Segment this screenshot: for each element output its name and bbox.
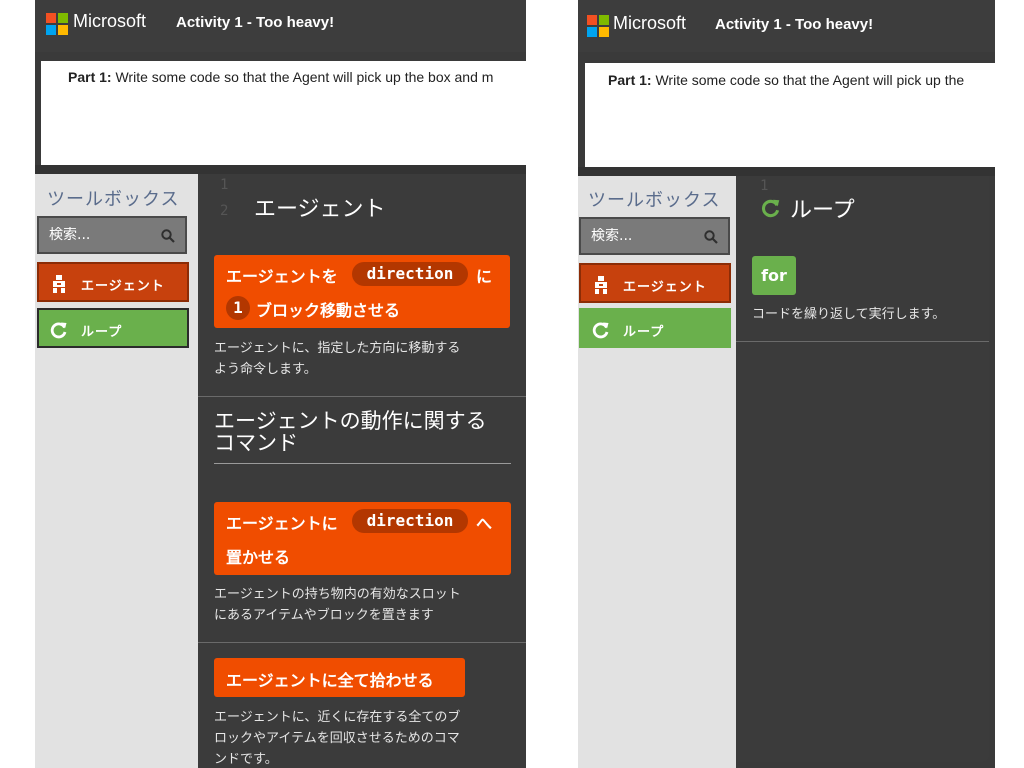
instructions-text: Part 1: Write some code so that the Agen… (608, 72, 965, 88)
loop-flyout: 1 ループ for コードを繰り返して実行します。 (736, 176, 989, 762)
app-header: Microsoft Activity 1 - Too heavy! (578, 0, 995, 52)
category-agent-label: エージェント (623, 280, 707, 295)
search-icon[interactable] (704, 230, 718, 244)
category-loop-label: ループ (623, 325, 665, 340)
search-input[interactable] (49, 227, 154, 243)
category-agent[interactable]: エージェント (37, 262, 189, 302)
toolbox-title: ツールボックス (588, 190, 721, 211)
move-description: エージェントに、指定した方向に移動する よう命令します。 (214, 341, 461, 377)
place-block[interactable]: エージェントに direction へ 置かせる (214, 502, 511, 575)
line-number: 2 (220, 203, 229, 219)
divider (198, 642, 526, 643)
toolbox-search[interactable] (579, 217, 730, 255)
toolbox-title: ツールボックス (47, 189, 180, 210)
section-underline (214, 463, 511, 464)
place-description: エージェントの持ち物内の有効なスロット にあるアイテムやブロックを置きます (214, 587, 461, 623)
flyout-title: ループ (790, 198, 855, 223)
activity-title: Activity 1 - Too heavy! (176, 14, 335, 31)
microsoft-logo-icon (587, 15, 609, 37)
app-header: Microsoft Activity 1 - Too heavy! (35, 0, 526, 52)
toolbox-search[interactable] (37, 216, 187, 254)
section-title: エージェントの動作に関する コマンド (214, 409, 487, 455)
category-loop[interactable]: ループ (579, 308, 731, 348)
divider (198, 396, 526, 397)
divider (736, 341, 989, 342)
direction-dropdown[interactable]: direction (352, 262, 468, 286)
instructions-panel: Part 1: Write some code so that the Agen… (41, 61, 526, 165)
instructions-panel: Part 1: Write some code so that the Agen… (585, 63, 995, 167)
collect-description: エージェントに、近くに存在する全てのブ ロックやアイテムを回収させるためのコマ … (214, 710, 461, 767)
line-number: 1 (760, 178, 769, 194)
category-loop-label: ループ (81, 325, 123, 340)
move-block[interactable]: エージェントを direction に 1 ブロック移動させる (214, 255, 510, 328)
category-agent[interactable]: エージェント (579, 263, 731, 303)
activity-title: Activity 1 - Too heavy! (715, 16, 874, 33)
instructions-text: Part 1: Write some code so that the Agen… (68, 69, 494, 85)
category-loop[interactable]: ループ (37, 308, 189, 348)
flyout-title: エージェント (254, 197, 386, 222)
loop-icon (762, 199, 780, 218)
for-block[interactable]: for (752, 256, 796, 295)
toolbox: ツールボックス エージェント ループ (578, 176, 736, 768)
agent-flyout-screen: Microsoft Activity 1 - Too heavy! Part 1… (35, 0, 526, 768)
brand-name: Microsoft (73, 11, 147, 31)
loop-icon (50, 322, 67, 339)
editor-divider (35, 165, 526, 174)
agent-icon (53, 275, 65, 293)
search-input[interactable] (591, 228, 696, 244)
agent-flyout: 1 2 エージェント エージェントを direction に 1 ブロック移動さ… (198, 174, 526, 768)
loop-flyout-screen: Microsoft Activity 1 - Too heavy! Part 1… (578, 0, 995, 768)
line-number: 1 (220, 177, 229, 193)
agent-icon (595, 276, 607, 294)
toolbox: ツールボックス エージェント ループ (35, 174, 198, 768)
search-icon[interactable] (161, 229, 175, 243)
collect-all-block[interactable]: エージェントに全て拾わせる (214, 658, 465, 697)
loop-icon (592, 322, 609, 339)
brand-name: Microsoft (613, 13, 687, 33)
direction-dropdown[interactable]: direction (352, 509, 468, 533)
count-input[interactable]: 1 (226, 296, 250, 320)
category-agent-label: エージェント (81, 279, 165, 294)
for-description: コードを繰り返して実行します。 (752, 307, 946, 322)
editor-divider (578, 167, 995, 176)
microsoft-logo-icon (46, 13, 68, 35)
